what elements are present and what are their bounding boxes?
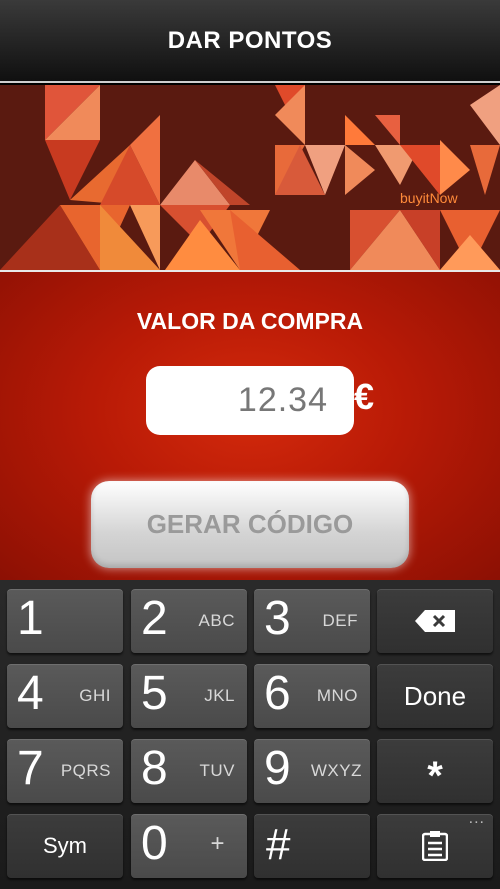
currency-symbol: € [354, 376, 375, 417]
amount-value: 12.34 [237, 381, 328, 419]
done-label: Done [403, 680, 467, 711]
star-key[interactable]: * [377, 739, 493, 803]
key-7[interactable]: 7 PQRS [7, 739, 123, 803]
generate-code-label: GERAR CÓDIGO [146, 509, 354, 539]
clipboard-icon [422, 831, 448, 861]
key-3[interactable]: 3 DEF [254, 589, 370, 653]
key-6[interactable]: 6 MNO [254, 664, 370, 728]
brand-logo-text: buyitNow [400, 190, 458, 206]
clipboard-key[interactable]: ... [377, 810, 493, 878]
key-5[interactable]: 5 JKL [131, 664, 247, 728]
hash-label: # [266, 820, 291, 869]
key-4[interactable]: 4 GHI [7, 664, 123, 728]
numeric-keyboard: 1 2 ABC 3 DEF 4 GHI 5 JKL 6 MNO Done 7 P… [0, 580, 500, 889]
banner-art [0, 85, 500, 270]
sym-label: Sym [43, 833, 87, 858]
key-8[interactable]: 8 TUV [131, 739, 247, 803]
done-key[interactable]: Done [377, 664, 493, 728]
star-label: * [427, 753, 443, 798]
backspace-icon [415, 610, 455, 632]
hash-key[interactable]: # [254, 814, 370, 878]
amount-input[interactable]: 12.34 [146, 366, 354, 435]
amount-label: VALOR DA COMPRA [136, 308, 364, 334]
sym-key[interactable]: Sym [7, 814, 123, 878]
promo-banner: buyitNow [0, 85, 500, 270]
generate-code-button[interactable]: GERAR CÓDIGO [91, 481, 409, 568]
key-1[interactable]: 1 [7, 589, 123, 653]
backspace-key[interactable] [377, 589, 493, 653]
key-0[interactable]: 0 + [131, 814, 247, 878]
key-9[interactable]: 9 WXYZ [254, 739, 370, 803]
key-2[interactable]: 2 ABC [131, 589, 247, 653]
title-bar: DAR PONTOS [0, 0, 500, 83]
purchase-form: VALOR DA COMPRA 12.34 € GERAR CÓDIGO [0, 272, 500, 580]
page-title: DAR PONTOS [167, 26, 333, 54]
